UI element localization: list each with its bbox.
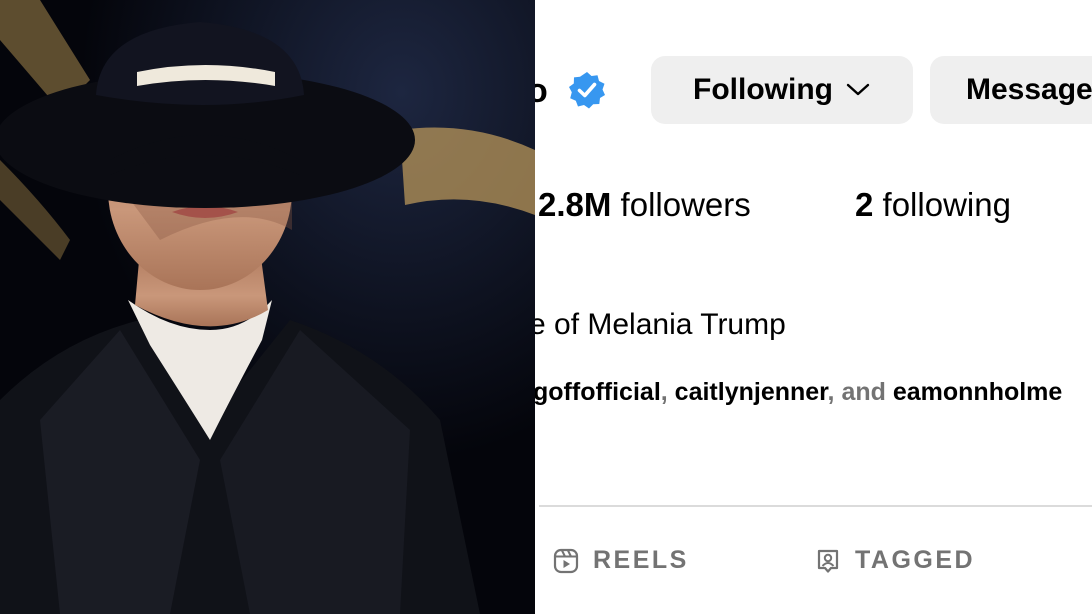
mutual-name[interactable]: caitlynjenner xyxy=(675,378,828,406)
following-button[interactable]: Following xyxy=(651,56,913,124)
message-button[interactable]: Message xyxy=(930,56,1092,124)
profile-panel: o Following Message 2.8M followers 2 fol… xyxy=(535,0,1092,614)
tab-reels-label: REELS xyxy=(593,546,689,574)
username: o xyxy=(535,72,548,110)
tab-tagged[interactable]: TAGGED xyxy=(815,546,975,575)
following-count: 2 xyxy=(855,186,874,223)
tagged-icon xyxy=(817,549,839,573)
following-label: following xyxy=(873,186,1011,223)
followers-label: followers xyxy=(611,186,751,223)
mutual-separator: , xyxy=(660,378,675,406)
following-button-label: Following xyxy=(693,73,833,106)
verified-badge-icon xyxy=(569,72,605,109)
reels-icon xyxy=(553,548,579,573)
tab-tagged-label: TAGGED xyxy=(855,546,976,574)
followers-stat[interactable]: 2.8M followers xyxy=(538,186,751,224)
mutual-separator: , xyxy=(827,378,842,406)
mutual-name[interactable]: goffofficial xyxy=(535,378,661,406)
chevron-down-icon xyxy=(846,83,870,96)
profile-photo xyxy=(0,0,535,614)
mutual-name[interactable]: eamonnholme xyxy=(893,378,1062,406)
tabs-divider xyxy=(539,505,1092,507)
following-stat[interactable]: 2 following xyxy=(855,186,1011,224)
mutual-conjunction: and xyxy=(841,378,886,406)
bio-text: e of Melania Trump xyxy=(535,308,786,341)
message-button-label: Message xyxy=(966,73,1092,106)
mutual-followers[interactable]: goffofficial, caitlynjenner, and eamonnh… xyxy=(535,378,1062,407)
tab-reels[interactable]: REELS xyxy=(553,546,689,575)
portrait-image xyxy=(0,0,535,614)
followers-count: 2.8M xyxy=(538,186,612,223)
